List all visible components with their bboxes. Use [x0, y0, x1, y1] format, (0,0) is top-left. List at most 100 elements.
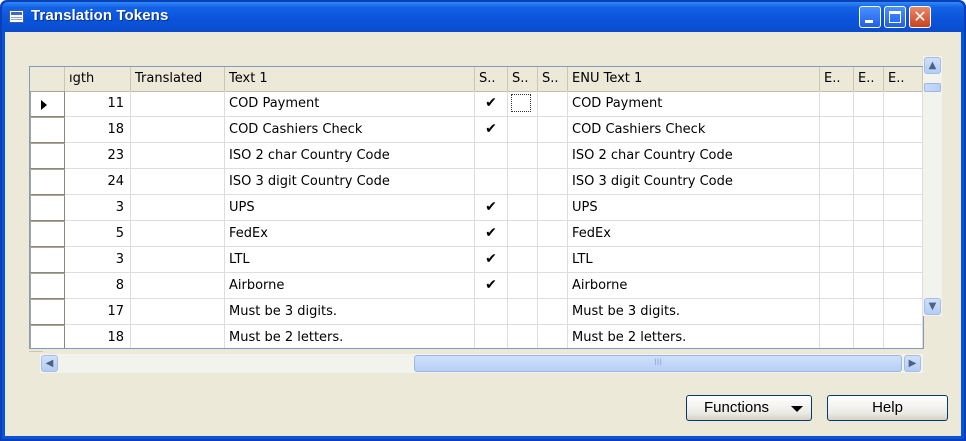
column-header-length[interactable]: ıgth: [65, 67, 131, 91]
title-bar[interactable]: Translation Tokens ✕: [2, 2, 964, 32]
cell-s1[interactable]: ✔: [475, 195, 508, 221]
cell-e3[interactable]: [884, 195, 923, 221]
cell-s2[interactable]: [508, 221, 538, 247]
cell-s3[interactable]: [538, 325, 568, 348]
cell-translated[interactable]: [131, 195, 225, 221]
column-header-e2[interactable]: E..: [854, 67, 884, 91]
cell-text1[interactable]: ISO 2 char Country Code: [225, 143, 475, 169]
cell-enu-text1[interactable]: FedEx: [568, 221, 820, 247]
cell-translated[interactable]: [131, 273, 225, 299]
row-selector[interactable]: [30, 195, 65, 221]
table-row[interactable]: 18 COD Cashiers Check ✔ COD Cashiers Check: [30, 117, 923, 143]
cell-text1[interactable]: COD Payment: [225, 91, 475, 117]
cell-e3[interactable]: [884, 299, 923, 325]
table-row[interactable]: 11 COD Payment ✔ COD Payment: [30, 91, 923, 117]
cell-translated[interactable]: [131, 169, 225, 195]
cell-e1[interactable]: [820, 169, 854, 195]
cell-e2[interactable]: [854, 299, 884, 325]
cell-translated[interactable]: [131, 247, 225, 273]
table-row[interactable]: 5 FedEx ✔ FedEx: [30, 221, 923, 247]
scroll-up-button[interactable]: ▲: [924, 57, 941, 74]
cell-text1[interactable]: LTL: [225, 247, 475, 273]
cell-translated[interactable]: [131, 117, 225, 143]
cell-e3[interactable]: [884, 221, 923, 247]
cell-s3[interactable]: [538, 169, 568, 195]
cell-e1[interactable]: [820, 247, 854, 273]
cell-e2[interactable]: [854, 273, 884, 299]
column-header-translated[interactable]: Translated: [131, 67, 225, 91]
horizontal-scroll-thumb[interactable]: III: [414, 355, 902, 372]
cell-s2[interactable]: [508, 325, 538, 348]
table-row[interactable]: 8 Airborne ✔ Airborne: [30, 273, 923, 299]
cell-e2[interactable]: [854, 91, 884, 117]
cell-s1[interactable]: [475, 169, 508, 195]
column-header-s2[interactable]: S..: [508, 67, 538, 91]
cell-e2[interactable]: [854, 195, 884, 221]
cell-length[interactable]: 17: [65, 299, 131, 325]
row-selector[interactable]: [30, 117, 65, 143]
cell-s2[interactable]: [508, 273, 538, 299]
cell-translated[interactable]: [131, 325, 225, 348]
cell-s3[interactable]: [538, 273, 568, 299]
cell-enu-text1[interactable]: LTL: [568, 247, 820, 273]
column-header-s3[interactable]: S..: [538, 67, 568, 91]
cell-e3[interactable]: [884, 247, 923, 273]
table-row[interactable]: 3 UPS ✔ UPS: [30, 195, 923, 221]
row-selector[interactable]: [30, 91, 65, 117]
scroll-down-button[interactable]: ▼: [924, 298, 941, 315]
cell-e2[interactable]: [854, 117, 884, 143]
cell-text1[interactable]: ISO 3 digit Country Code: [225, 169, 475, 195]
cell-e2[interactable]: [854, 169, 884, 195]
cell-s3[interactable]: [538, 195, 568, 221]
table-row[interactable]: 23 ISO 2 char Country Code ISO 2 char Coun…: [30, 143, 923, 169]
cell-s3[interactable]: [538, 91, 568, 117]
cell-s2[interactable]: [508, 169, 538, 195]
cell-e2[interactable]: [854, 325, 884, 348]
row-selector[interactable]: [30, 247, 65, 273]
cell-e2[interactable]: [854, 221, 884, 247]
cell-e1[interactable]: [820, 273, 854, 299]
cell-s1[interactable]: ✔: [475, 91, 508, 117]
maximize-button[interactable]: [884, 6, 906, 28]
cell-s1[interactable]: ✔: [475, 247, 508, 273]
cell-text1[interactable]: Must be 3 digits.: [225, 299, 475, 325]
cell-s3[interactable]: [538, 247, 568, 273]
cell-length[interactable]: 11: [65, 91, 131, 117]
column-header-e1[interactable]: E..: [820, 67, 854, 91]
cell-enu-text1[interactable]: COD Payment: [568, 91, 820, 117]
cell-e3[interactable]: [884, 169, 923, 195]
cell-s2[interactable]: [508, 143, 538, 169]
cell-length[interactable]: 23: [65, 143, 131, 169]
cell-e1[interactable]: [820, 221, 854, 247]
cell-e3[interactable]: [884, 117, 923, 143]
cell-text1[interactable]: COD Cashiers Check: [225, 117, 475, 143]
cell-length[interactable]: 5: [65, 221, 131, 247]
cell-e1[interactable]: [820, 91, 854, 117]
cell-length[interactable]: 3: [65, 195, 131, 221]
focused-checkbox[interactable]: [511, 94, 531, 112]
minimize-button[interactable]: [859, 6, 881, 28]
cell-s2[interactable]: [508, 117, 538, 143]
cell-e1[interactable]: [820, 195, 854, 221]
cell-text1[interactable]: Airborne: [225, 273, 475, 299]
table-row[interactable]: 3 LTL ✔ LTL: [30, 247, 923, 273]
cell-e3[interactable]: [884, 143, 923, 169]
cell-s1[interactable]: [475, 325, 508, 348]
table-row[interactable]: 24 ISO 3 digit Country Code ISO 3 digit Co…: [30, 169, 923, 195]
cell-text1[interactable]: Must be 2 letters.: [225, 325, 475, 348]
cell-s1[interactable]: ✔: [475, 117, 508, 143]
column-header-s1[interactable]: S..: [475, 67, 508, 91]
row-selector[interactable]: [30, 299, 65, 325]
cell-s2[interactable]: [508, 299, 538, 325]
cell-length[interactable]: 3: [65, 247, 131, 273]
cell-translated[interactable]: [131, 91, 225, 117]
row-selector[interactable]: [30, 325, 65, 348]
cell-s2[interactable]: [508, 195, 538, 221]
cell-e1[interactable]: [820, 143, 854, 169]
cell-enu-text1[interactable]: COD Cashiers Check: [568, 117, 820, 143]
cell-s1[interactable]: ✔: [475, 273, 508, 299]
cell-enu-text1[interactable]: UPS: [568, 195, 820, 221]
cell-enu-text1[interactable]: ISO 3 digit Country Code: [568, 169, 820, 195]
row-selector[interactable]: [30, 143, 65, 169]
close-button[interactable]: ✕: [909, 6, 931, 28]
